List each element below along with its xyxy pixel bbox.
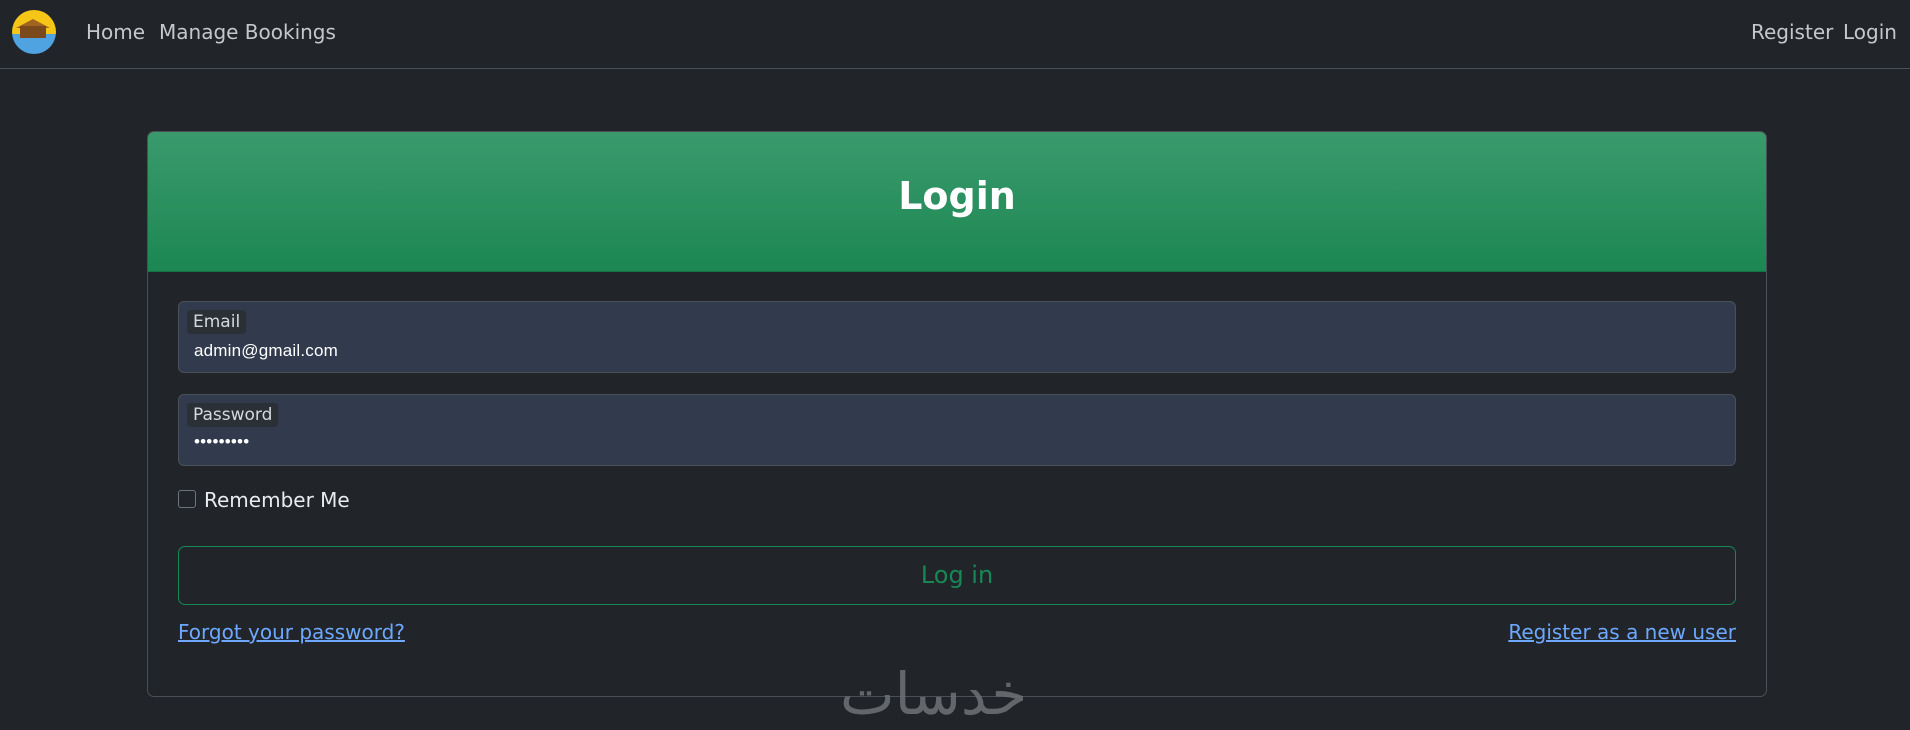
remember-me-checkbox[interactable]: [178, 490, 196, 508]
password-value[interactable]: •••••••••: [194, 432, 249, 452]
register-new-user-link[interactable]: Register as a new user: [1508, 620, 1736, 644]
logo-hut: [20, 26, 46, 38]
email-field[interactable]: Email admin@gmail.com: [178, 301, 1736, 373]
login-card: Login Email admin@gmail.com Password •••…: [147, 131, 1767, 697]
nav-manage-bookings-link[interactable]: Manage Bookings: [159, 20, 336, 44]
email-label: Email: [187, 310, 247, 334]
login-button[interactable]: Log in: [178, 546, 1736, 605]
watermark-logo: خدسات: [840, 660, 1028, 728]
password-field[interactable]: Password •••••••••: [178, 394, 1736, 466]
nav-login-link[interactable]: Login: [1843, 20, 1897, 44]
page-title: Login: [898, 174, 1016, 218]
card-header: Login: [148, 132, 1766, 272]
logo-icon[interactable]: [12, 10, 56, 54]
email-value[interactable]: admin@gmail.com: [194, 341, 338, 361]
top-navbar: Home Manage Bookings Register Login: [0, 0, 1910, 69]
nav-home-link[interactable]: Home: [86, 20, 145, 44]
forgot-password-link[interactable]: Forgot your password?: [178, 620, 405, 644]
remember-me-label[interactable]: Remember Me: [204, 488, 350, 512]
nav-register-link[interactable]: Register: [1751, 20, 1833, 44]
password-label: Password: [187, 403, 279, 427]
